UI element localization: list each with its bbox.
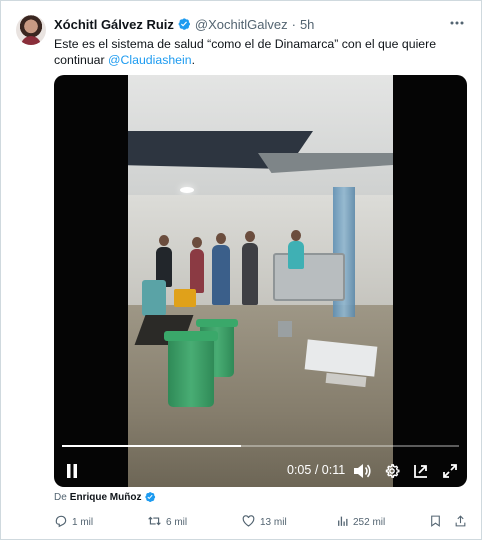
views-button[interactable]: 252 mil — [336, 514, 385, 531]
tweet-card[interactable]: Xóchitl Gálvez Ruiz @XochitlGalvez · 5h … — [0, 0, 482, 540]
verified-icon — [177, 17, 191, 31]
views-count: 252 mil — [353, 517, 386, 528]
progress-bar[interactable] — [62, 445, 459, 447]
share-icon[interactable] — [454, 514, 471, 528]
pip-icon[interactable] — [411, 461, 431, 481]
reply-count: 1 mil — [72, 517, 94, 528]
tweet-header: Xóchitl Gálvez Ruiz @XochitlGalvez · 5h — [54, 15, 314, 33]
settings-icon[interactable] — [382, 461, 402, 481]
reply-icon — [54, 514, 72, 531]
repost-button[interactable]: 6 mil — [147, 514, 187, 531]
video-frame[interactable] — [128, 75, 393, 487]
verified-icon — [144, 491, 156, 503]
duration: 0:11 — [321, 463, 346, 477]
action-bar: 1 mil 6 mil 13 mil 252 mil — [54, 514, 469, 532]
media-credit: De Enrique Muñoz — [54, 491, 160, 503]
tweet-text: Este es el sistema de salud “como el de … — [54, 36, 459, 68]
like-icon — [241, 514, 260, 531]
tweet-time[interactable]: 5h — [300, 17, 314, 32]
credit-prefix: De — [54, 491, 67, 503]
author-handle[interactable]: @XochitlGalvez — [195, 17, 288, 32]
current-time: 0:05 — [287, 463, 312, 477]
reply-button[interactable]: 1 mil — [54, 514, 93, 531]
video-player[interactable]: 0:05 / 0:11 — [54, 75, 467, 487]
timecode: 0:05 / 0:11 — [287, 463, 345, 477]
views-icon — [336, 514, 353, 531]
repost-icon — [147, 514, 166, 531]
more-icon[interactable] — [449, 15, 465, 31]
mention-link[interactable]: @Claudiashein — [108, 53, 192, 67]
author-name[interactable]: Xóchitl Gálvez Ruiz — [54, 17, 174, 32]
repost-count: 6 mil — [166, 517, 188, 528]
bookmark-icon[interactable] — [429, 514, 446, 528]
play-pause-icon[interactable] — [64, 461, 80, 481]
like-count: 13 mil — [260, 517, 287, 528]
volume-icon[interactable] — [352, 461, 372, 481]
tweet-text-end: . — [191, 53, 196, 67]
like-button[interactable]: 13 mil — [241, 514, 287, 531]
time-separator: / — [314, 463, 319, 477]
fullscreen-icon[interactable] — [440, 461, 460, 481]
credit-name[interactable]: Enrique Muñoz — [70, 492, 142, 503]
separator-dot: · — [291, 16, 296, 32]
progress-fill — [62, 445, 241, 447]
avatar[interactable] — [16, 15, 46, 45]
